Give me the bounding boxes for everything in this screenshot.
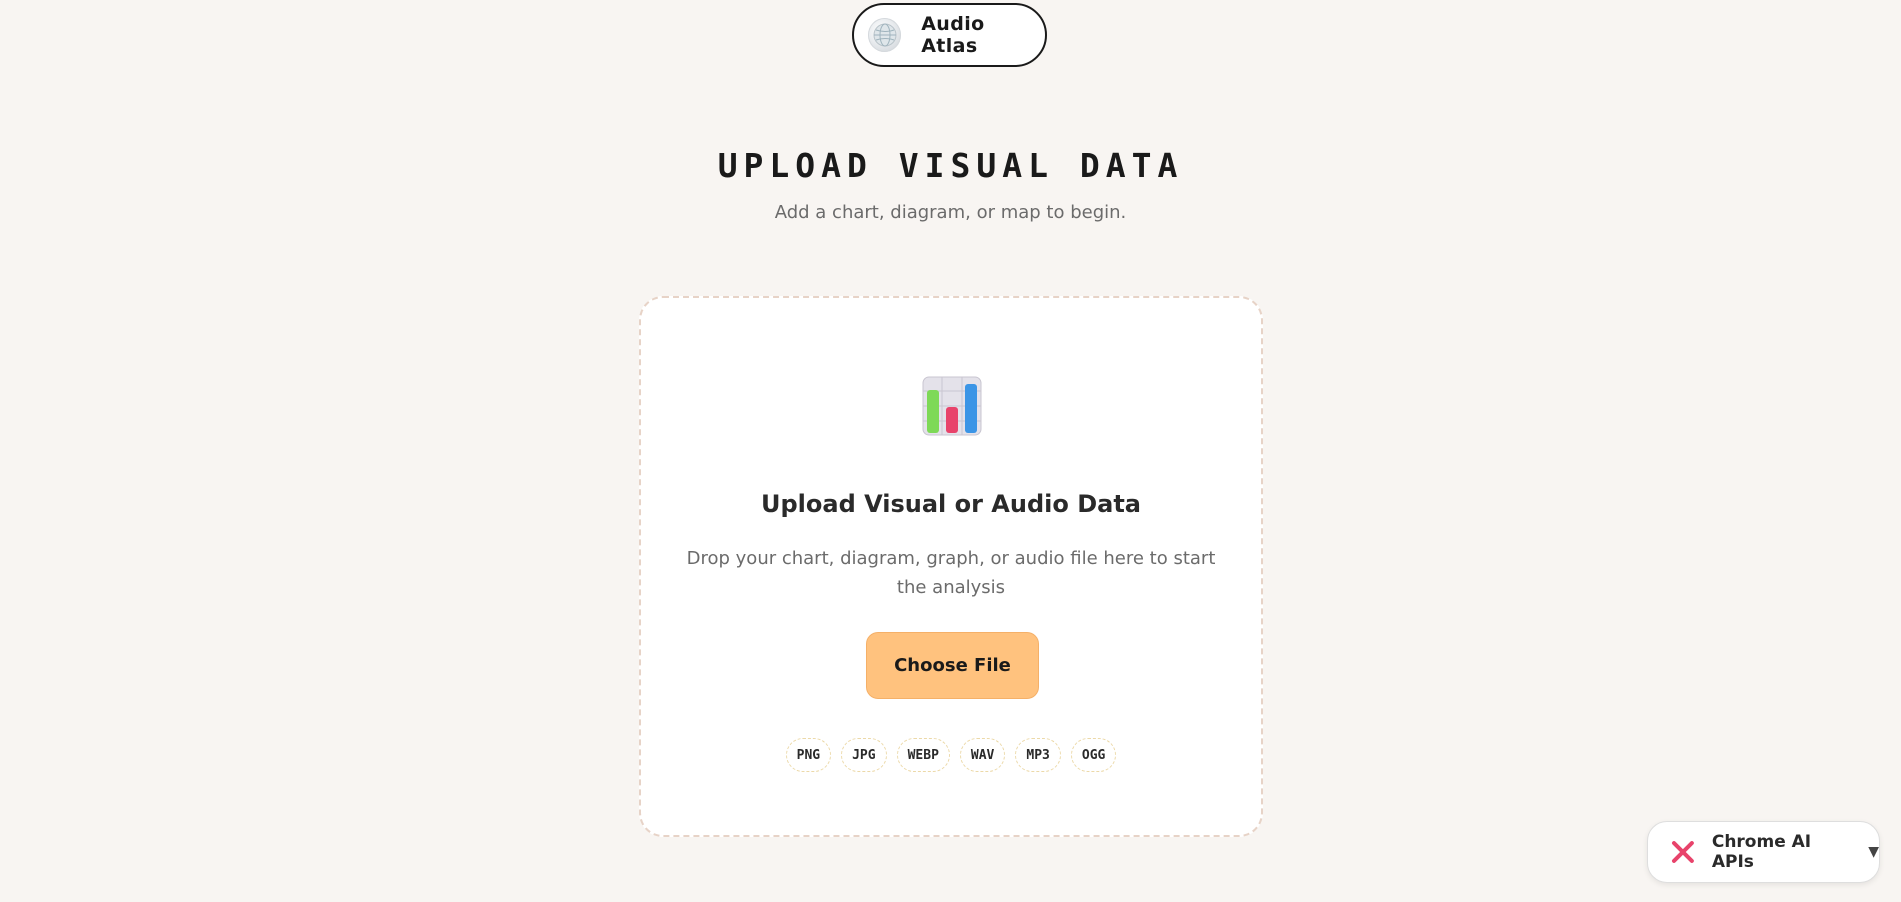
format-chip-jpg: JPG xyxy=(841,738,887,772)
choose-file-button[interactable]: Choose File xyxy=(866,632,1039,699)
upload-dropzone[interactable]: Upload Visual or Audio Data Drop your ch… xyxy=(639,296,1263,837)
format-chip-mp3: MP3 xyxy=(1015,738,1061,772)
upload-card-title: Upload Visual or Audio Data xyxy=(760,490,1141,518)
brand-name: Audio Atlas xyxy=(921,13,985,57)
chrome-ai-apis-label: Chrome AI APIs xyxy=(1711,832,1812,872)
format-chip-webp: WEBP xyxy=(896,738,950,772)
supported-formats: PNG JPG WEBP WAV MP3 OGG xyxy=(641,738,1261,772)
globe-logo-icon xyxy=(868,18,902,52)
bar-chart-icon xyxy=(922,376,982,436)
close-icon xyxy=(1671,841,1694,863)
brand-button[interactable]: Audio Atlas xyxy=(852,3,1047,67)
chevron-down-icon: ▼ xyxy=(1868,844,1879,860)
format-chip-ogg: OGG xyxy=(1070,738,1117,772)
format-chip-png: PNG xyxy=(785,738,832,772)
page-title: UPLOAD VISUAL DATA xyxy=(717,146,1184,185)
page-subtitle: Add a chart, diagram, or map to begin. xyxy=(774,202,1127,223)
upload-card-description: Drop your chart, diagram, graph, or audi… xyxy=(686,548,1216,598)
format-chip-wav: WAV xyxy=(959,738,1006,772)
chrome-ai-apis-toggle[interactable]: Chrome AI APIs ▼ xyxy=(1647,821,1880,883)
page: Audio Atlas UPLOAD VISUAL DATA Add a cha… xyxy=(0,0,1901,902)
